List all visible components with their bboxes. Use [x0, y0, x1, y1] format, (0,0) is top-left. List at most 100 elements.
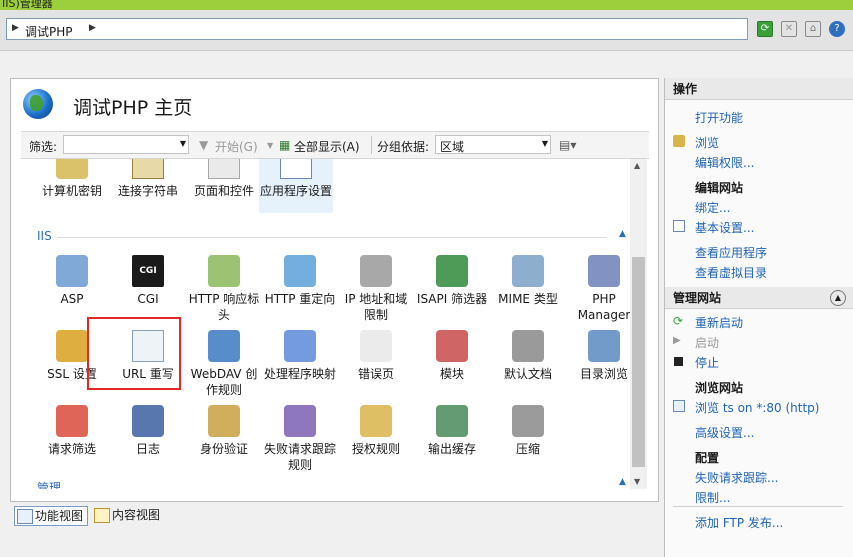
- feature-item[interactable]: WebDAV 创作规则: [187, 330, 261, 398]
- handler-mappings-icon: [284, 330, 316, 362]
- feature-label: 身份验证: [199, 442, 248, 456]
- feature-item[interactable]: ASP: [35, 255, 109, 307]
- manage-site-header: 管理网站 ▲: [665, 287, 853, 309]
- feature-item[interactable]: CGI CGI: [111, 255, 185, 307]
- isapi-filters-icon: [436, 255, 468, 287]
- feature-label: 输出缓存: [427, 442, 476, 456]
- feature-item[interactable]: PHP Manager: [567, 255, 630, 323]
- group-by-label: 分组依据:: [377, 140, 430, 154]
- feature-item[interactable]: 默认文档: [491, 330, 565, 382]
- view-tabs: 功能视图 内容视图: [10, 502, 659, 528]
- compression-icon: [512, 405, 544, 437]
- tab-content-view[interactable]: 内容视图: [92, 506, 160, 524]
- edit-permissions-link[interactable]: 编辑权限...: [695, 154, 754, 171]
- dropdown-icon[interactable]: ▼: [267, 141, 273, 150]
- address-breadcrumb[interactable]: ▶ 调试PHP ▶: [6, 18, 748, 40]
- funnel-icon: ▼: [199, 138, 209, 152]
- scroll-up-icon[interactable]: ▲: [634, 161, 640, 170]
- add-ftp-link[interactable]: 添加 FTP 发布...: [695, 514, 783, 531]
- page-title: 调试PHP 主页: [73, 97, 193, 119]
- chevron-right-icon[interactable]: ▶: [12, 23, 19, 33]
- scroll-thumb[interactable]: [632, 257, 645, 467]
- feature-item[interactable]: 身份验证: [187, 405, 261, 457]
- stop-link[interactable]: 停止: [695, 354, 719, 371]
- scrollbar[interactable]: ▲ ▼: [630, 159, 647, 489]
- configure-heading: 配置: [695, 451, 720, 465]
- request-filtering-icon: [56, 405, 88, 437]
- basic-settings-link[interactable]: 基本设置...: [695, 219, 754, 236]
- feature-label: 失败请求跟踪规则: [263, 442, 336, 472]
- feature-label: HTTP 响应标头: [188, 292, 260, 322]
- http-response-headers-icon: [208, 255, 240, 287]
- feature-item[interactable]: IP 地址和域限制: [339, 255, 413, 323]
- collapse-icon[interactable]: ▲: [619, 477, 626, 487]
- feature-item[interactable]: 模块: [415, 330, 489, 382]
- tab-label: 功能视图: [35, 509, 84, 523]
- scroll-down-icon[interactable]: ▼: [634, 477, 640, 486]
- feature-label: 处理程序映射: [263, 367, 336, 381]
- feature-item[interactable]: 压缩: [491, 405, 565, 457]
- advanced-settings-link[interactable]: 高级设置...: [695, 424, 754, 441]
- view-mode-icon[interactable]: ▤▾: [559, 138, 576, 152]
- help-icon[interactable]: ?: [829, 21, 845, 37]
- feature-item[interactable]: 错误页: [339, 330, 413, 382]
- chevron-right-icon[interactable]: ▶: [89, 23, 96, 33]
- home-icon[interactable]: ⌂: [805, 21, 821, 37]
- tab-label: 内容视图: [112, 508, 161, 522]
- start-filter-button[interactable]: 开始(G): [215, 138, 258, 155]
- feature-item[interactable]: HTTP 响应标头: [187, 255, 261, 323]
- feature-item[interactable]: 计算机密钥: [35, 159, 109, 199]
- feature-item[interactable]: 应用程序设置: [259, 159, 333, 213]
- limits-link[interactable]: 限制...: [695, 489, 730, 506]
- browse-port-link[interactable]: 浏览 ts on *:80 (http): [695, 399, 819, 416]
- refresh-icon[interactable]: ⟳: [757, 21, 773, 37]
- view-applications-link[interactable]: 查看应用程序: [695, 244, 767, 261]
- pages-controls-icon: [208, 159, 240, 179]
- collapse-icon[interactable]: ▲: [830, 290, 846, 306]
- explore-link[interactable]: 浏览: [695, 134, 719, 151]
- feature-item[interactable]: 授权规则: [339, 405, 413, 457]
- feature-item[interactable]: ISAPI 筛选器: [415, 255, 489, 307]
- breadcrumb-item[interactable]: 调试PHP: [25, 23, 73, 40]
- feature-item[interactable]: HTTP 重定向: [263, 255, 337, 307]
- window-titlebar: IIS)管理器: [0, 0, 853, 10]
- feature-label: 请求筛选: [47, 442, 96, 456]
- feature-item[interactable]: 失败请求跟踪规则: [263, 405, 337, 473]
- stop-icon: [674, 357, 683, 366]
- open-feature-link[interactable]: 打开功能: [695, 109, 743, 126]
- separator: [371, 136, 372, 154]
- show-all-button[interactable]: 全部显示(A): [294, 138, 360, 155]
- view-virtual-directories-link[interactable]: 查看虚拟目录: [695, 264, 767, 281]
- restart-link[interactable]: 重新启动: [695, 314, 743, 331]
- feature-item[interactable]: 页面和控件: [187, 159, 261, 199]
- feature-item[interactable]: 日志: [111, 405, 185, 457]
- stop-icon[interactable]: ✕: [781, 21, 797, 37]
- php-manager-icon: [588, 255, 620, 287]
- bindings-link[interactable]: 绑定...: [695, 199, 730, 216]
- feature-item[interactable]: 连接字符串: [111, 159, 185, 199]
- group-by-select[interactable]: 区域 ▼: [435, 135, 551, 154]
- feature-item[interactable]: 处理程序映射: [263, 330, 337, 382]
- explore-icon: [673, 135, 685, 147]
- feature-item[interactable]: 目录浏览: [567, 330, 630, 382]
- content-view-icon: [94, 508, 110, 523]
- collapse-icon[interactable]: ▲: [619, 229, 626, 239]
- feature-item[interactable]: 输出缓存: [415, 405, 489, 457]
- features-panel: 调试PHP 主页 筛选: ▼ ▼ 开始(G) ▼ ▦ 全部显示(A) 分组依据:…: [10, 78, 659, 502]
- manage-site-title: 管理网站: [673, 291, 722, 305]
- feature-label: 计算机密钥: [41, 184, 102, 198]
- feature-label: 页面和控件: [193, 184, 254, 198]
- divider: [673, 506, 843, 507]
- modules-icon: [436, 330, 468, 362]
- feature-label: 日志: [135, 442, 160, 456]
- app-settings-icon: [280, 159, 312, 179]
- feature-label: 授权规则: [351, 442, 400, 456]
- feature-item[interactable]: 请求筛选: [35, 405, 109, 457]
- ssl-lock-icon: [56, 330, 88, 362]
- feature-label: IP 地址和域限制: [344, 292, 408, 322]
- feature-item[interactable]: MIME 类型: [491, 255, 565, 307]
- tab-features-view[interactable]: 功能视图: [14, 506, 89, 526]
- filter-input[interactable]: ▼: [63, 135, 189, 154]
- failed-request-tracing-link[interactable]: 失败请求跟踪...: [695, 469, 778, 486]
- directory-browsing-icon: [588, 330, 620, 362]
